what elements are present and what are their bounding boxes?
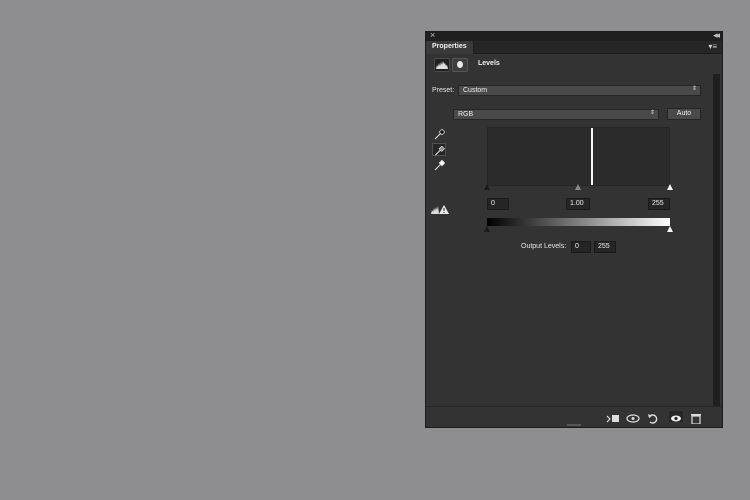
properties-panel: × ◂◂ Properties ▾≡ Levels Preset: Custom… — [425, 30, 723, 428]
channel-value: RGB — [458, 111, 474, 118]
input-gamma-slider-handle[interactable] — [575, 184, 581, 190]
panel-scrollbar[interactable] — [713, 74, 720, 406]
histogram-warning-icon[interactable] — [431, 202, 449, 214]
input-black-field[interactable]: 0 — [487, 198, 509, 210]
view-previous-state-icon[interactable] — [626, 411, 640, 423]
panel-menu-icon[interactable]: ▾≡ — [708, 41, 717, 53]
output-gradient-bar — [487, 218, 670, 226]
close-icon[interactable]: × — [430, 30, 435, 40]
histogram-spike — [591, 128, 593, 185]
clip-to-layer-icon[interactable] — [606, 411, 620, 423]
output-black-field[interactable]: 0 — [571, 241, 591, 253]
input-black-slider-handle[interactable] — [484, 184, 490, 190]
trash-icon[interactable] — [689, 411, 703, 425]
black-point-eyedropper-icon[interactable] — [433, 128, 447, 141]
collapse-icon[interactable]: ◂◂ — [713, 30, 720, 41]
input-white-field[interactable]: 255 — [648, 198, 670, 210]
input-white-slider-handle[interactable] — [667, 184, 673, 190]
output-white-slider-handle[interactable] — [667, 226, 673, 232]
levels-histogram — [487, 127, 670, 186]
panel-resize-grip[interactable] — [567, 424, 581, 426]
preset-dropdown[interactable]: Custom ⇕ — [458, 85, 701, 96]
panel-titlebar[interactable]: × ◂◂ — [426, 30, 722, 41]
output-levels-label: Output Levels: — [521, 243, 567, 250]
gray-point-eyedropper-icon[interactable] — [432, 143, 446, 156]
input-levels-slider[interactable] — [484, 184, 673, 192]
output-levels-slider[interactable] — [484, 226, 673, 234]
tab-properties[interactable]: Properties — [426, 41, 474, 54]
mask-dot — [457, 61, 463, 68]
dropdown-arrow-icon: ⇕ — [649, 110, 655, 116]
panel-footer — [426, 406, 722, 427]
panel-tabbar: Properties ▾≡ — [426, 41, 722, 54]
desktop-background: { "panel": { "title_tab": "Properties", … — [0, 0, 750, 500]
input-gamma-field[interactable]: 1.00 — [566, 198, 590, 210]
visibility-eye-icon[interactable] — [669, 411, 683, 422]
preset-value: Custom — [463, 87, 488, 94]
output-black-slider-handle[interactable] — [484, 226, 490, 232]
adjustment-title: Levels — [478, 60, 500, 67]
reset-icon[interactable] — [646, 411, 660, 424]
dropdown-arrow-icon: ⇕ — [691, 86, 697, 92]
mask-icon[interactable] — [452, 58, 468, 72]
channel-dropdown[interactable]: RGB ⇕ — [453, 109, 659, 120]
white-point-eyedropper-icon[interactable] — [433, 159, 447, 172]
preset-label: Preset: — [432, 87, 455, 94]
auto-button[interactable]: Auto — [667, 108, 701, 120]
levels-histogram-icon[interactable] — [434, 58, 450, 72]
output-white-field[interactable]: 255 — [594, 241, 616, 253]
